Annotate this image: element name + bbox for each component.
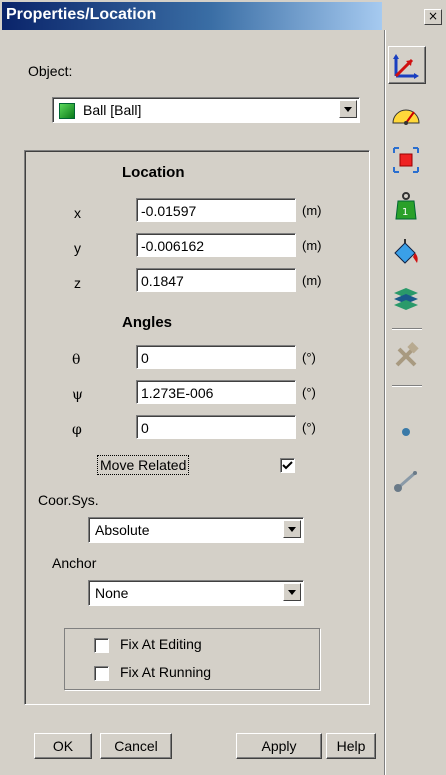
phi-field[interactable]: 0	[136, 415, 296, 439]
link-icon[interactable]	[388, 462, 424, 498]
point-icon[interactable]	[388, 414, 424, 450]
checkmark-icon	[282, 461, 293, 470]
tools-icon[interactable]	[388, 338, 424, 374]
theta-label: θ	[72, 352, 81, 368]
z-label: z	[74, 275, 81, 291]
object-select-value: Ball [Ball]	[83, 102, 142, 118]
z-unit: (m)	[302, 273, 322, 288]
fix-at-running-checkbox[interactable]	[94, 666, 109, 681]
fix-at-editing-label: Fix At Editing	[120, 636, 202, 652]
help-button[interactable]: Help	[326, 733, 376, 759]
anchor-select[interactable]: None	[88, 580, 304, 606]
window-title: Properties/Location	[6, 6, 157, 23]
phi-unit: (°)	[302, 420, 316, 435]
y-field[interactable]: -0.006162	[136, 233, 296, 257]
location-icon[interactable]	[388, 46, 426, 84]
toolbar-separator	[392, 385, 422, 387]
coor-sys-select[interactable]: Absolute	[88, 517, 304, 543]
anchor-value: None	[95, 585, 129, 601]
angles-heading: Angles	[122, 314, 173, 331]
x-label: x	[74, 205, 81, 221]
apply-button[interactable]: Apply	[236, 733, 322, 759]
svg-text:1: 1	[402, 207, 408, 218]
location-heading: Location	[122, 164, 185, 181]
cancel-button[interactable]: Cancel	[100, 733, 172, 759]
coor-sys-value: Absolute	[95, 522, 150, 538]
speedometer-icon[interactable]	[388, 96, 424, 132]
psi-field[interactable]: 1.273E-006	[136, 380, 296, 404]
phi-label: φ	[72, 422, 82, 438]
surface-icon[interactable]	[388, 280, 424, 316]
move-related-checkbox[interactable]	[280, 458, 295, 473]
x-unit: (m)	[302, 203, 322, 218]
toolbar-separator	[392, 328, 422, 330]
paint-bucket-icon[interactable]	[388, 234, 424, 270]
y-unit: (m)	[302, 238, 322, 253]
mass-weight-icon[interactable]: 1	[388, 188, 424, 224]
x-field[interactable]: -0.01597	[136, 198, 296, 222]
ok-button[interactable]: OK	[34, 733, 92, 759]
right-toolbar-divider	[384, 30, 385, 775]
cube-icon	[59, 103, 75, 119]
y-label: y	[74, 240, 81, 256]
close-button[interactable]: ×	[424, 9, 442, 25]
psi-unit: (°)	[302, 385, 316, 400]
bounding-box-icon[interactable]	[388, 142, 424, 178]
z-field[interactable]: 0.1847	[136, 268, 296, 292]
anchor-label: Anchor	[52, 555, 97, 571]
theta-field[interactable]: 0	[136, 345, 296, 369]
object-select[interactable]: Ball [Ball]	[52, 97, 360, 123]
theta-unit: (°)	[302, 350, 316, 365]
object-label: Object:	[28, 63, 73, 79]
chevron-down-icon[interactable]	[339, 100, 357, 118]
psi-label: ψ	[72, 387, 83, 403]
chevron-down-icon[interactable]	[283, 520, 301, 538]
chevron-down-icon[interactable]	[283, 583, 301, 601]
fix-at-editing-checkbox[interactable]	[94, 638, 109, 653]
coor-sys-label: Coor.Sys.	[38, 492, 99, 508]
move-related-label[interactable]: Move Related	[97, 455, 190, 475]
fix-at-running-label: Fix At Running	[120, 664, 212, 680]
